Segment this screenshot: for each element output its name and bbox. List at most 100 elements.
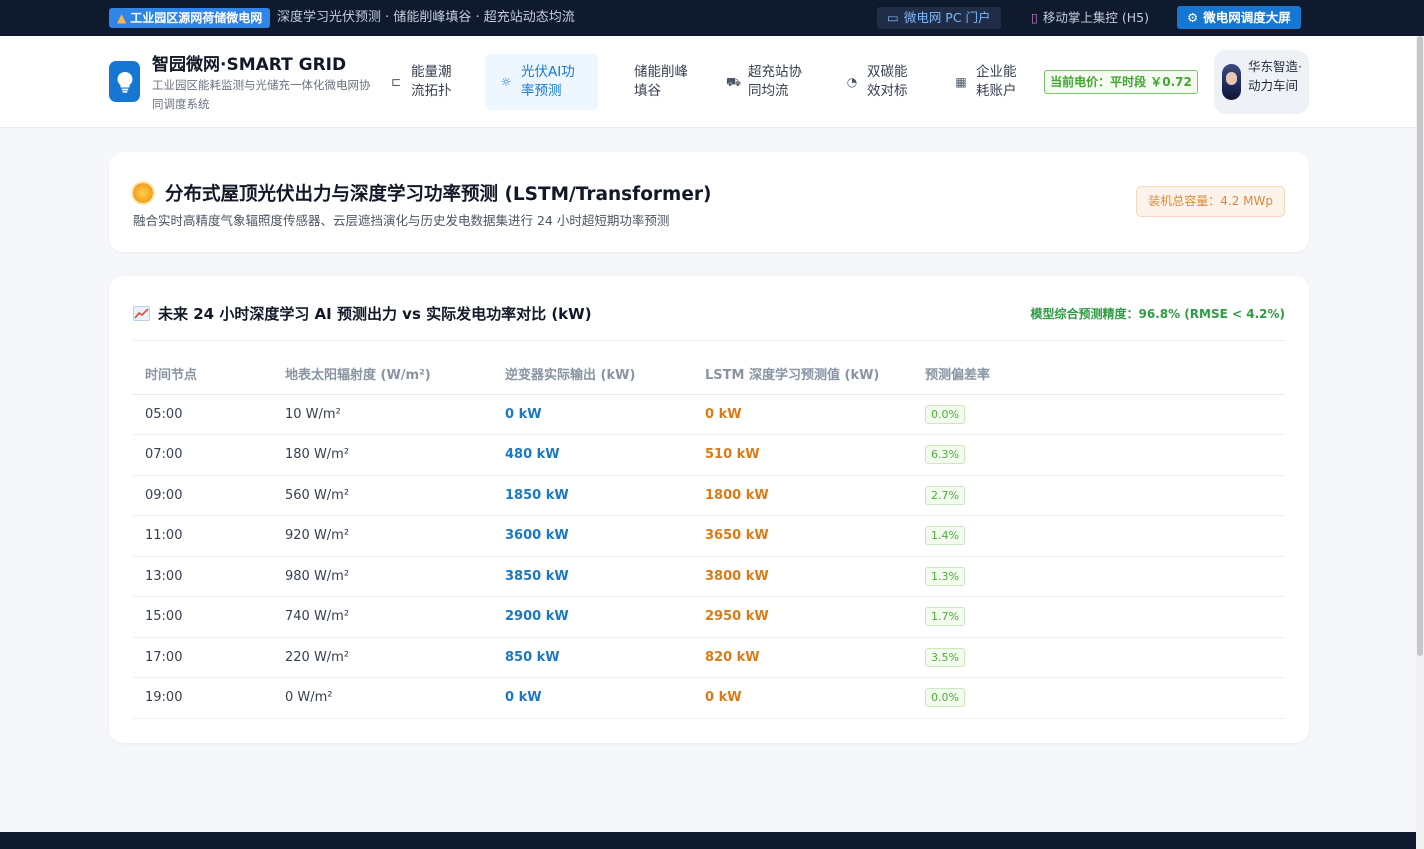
- cell-time: 15:00: [133, 596, 273, 638]
- pc-portal-link[interactable]: ▭ 微电网 PC 门户: [877, 7, 1001, 29]
- truck-icon: ⛟: [726, 74, 742, 89]
- table-header-row: 时间节点 地表太阳辐射度 (W/m²) 逆变器实际输出 (kW) LSTM 深度…: [133, 354, 1285, 395]
- cell-irradiance: 740 W/m²: [273, 596, 493, 638]
- cell-predicted-output: 3650 kW: [693, 515, 913, 557]
- scrollbar-thumb[interactable]: [1417, 36, 1423, 656]
- table-row: 05:00 10 W/m² 0 kW 0 kW 0.0%: [133, 394, 1285, 435]
- gear-icon: ⚙: [1187, 10, 1199, 25]
- dispatch-screen-button[interactable]: ⚙ 微电网调度大屏: [1177, 6, 1301, 29]
- deviation-badge: 1.4%: [925, 526, 965, 546]
- cell-predicted-output: 0 kW: [693, 677, 913, 719]
- phone-icon: ▯: [1031, 10, 1038, 25]
- deviation-badge: 1.7%: [925, 607, 965, 627]
- pv-overview-card: 分布式屋顶光伏出力与深度学习功率预测 (LSTM/Transformer) 融合…: [109, 152, 1309, 252]
- cell-predicted-output: 510 kW: [693, 434, 913, 476]
- main-header: 智园微网·SMART GRID 工业园区能耗监测与光储充一体化微电网协同调度系统…: [0, 36, 1416, 128]
- avatar: [1222, 64, 1241, 100]
- deviation-badge: 6.3%: [925, 445, 965, 465]
- nav-energy-topology[interactable]: ⊏ 能量潮流拓扑: [389, 54, 469, 110]
- cell-deviation: 6.3%: [913, 434, 1285, 476]
- cell-time: 19:00: [133, 677, 273, 719]
- cell-actual-output: 1850 kW: [493, 475, 693, 516]
- pie-icon: ◔: [846, 74, 858, 89]
- cell-irradiance: 220 W/m²: [273, 637, 493, 678]
- nav-pv-ai-forecast[interactable]: ☼ 光伏AI功率预测: [485, 54, 598, 110]
- table-row: 15:00 740 W/m² 2900 kW 2950 kW 1.7%: [133, 596, 1285, 638]
- sun-icon: [133, 183, 153, 203]
- cell-predicted-output: 3800 kW: [693, 556, 913, 597]
- cell-irradiance: 180 W/m²: [273, 434, 493, 476]
- table-row: 17:00 220 W/m² 850 kW 820 kW 3.5%: [133, 637, 1285, 678]
- table-row: 11:00 920 W/m² 3600 kW 3650 kW 1.4%: [133, 515, 1285, 557]
- cell-irradiance: 0 W/m²: [273, 677, 493, 719]
- cell-actual-output: 480 kW: [493, 434, 693, 476]
- top-bar: ▲ 工业园区源网荷储微电网 深度学习光伏预测 · 储能削峰填谷 · 超充站动态均流…: [0, 0, 1424, 36]
- forecast-title: 未来 24 小时深度学习 AI 预测出力 vs 实际发电功率对比 (kW): [133, 303, 592, 324]
- cell-irradiance: 10 W/m²: [273, 394, 493, 435]
- page-title: 分布式屋顶光伏出力与深度学习功率预测 (LSTM/Transformer): [133, 180, 711, 206]
- nav-charging-station[interactable]: ⛟ 超充站协同均流: [726, 54, 812, 110]
- electricity-price-badge: 当前电价：平时段 ￥0.72: [1044, 70, 1198, 94]
- col-irradiance: 地表太阳辐射度 (W/m²): [273, 354, 493, 395]
- mobile-h5-link[interactable]: ▯ 移动掌上集控 (H5): [1031, 7, 1149, 29]
- table-row: 13:00 980 W/m² 3850 kW 3800 kW 1.3%: [133, 556, 1285, 597]
- forecast-card: 未来 24 小时深度学习 AI 预测出力 vs 实际发电功率对比 (kW) 模型…: [109, 276, 1309, 743]
- user-name: 华东智造·动力车间: [1248, 59, 1302, 93]
- cell-time: 09:00: [133, 475, 273, 516]
- cell-actual-output: 3850 kW: [493, 556, 693, 597]
- cell-predicted-output: 2950 kW: [693, 596, 913, 638]
- capacity-badge: 装机总容量：4.2 MWp: [1136, 186, 1285, 217]
- cell-irradiance: 560 W/m²: [273, 475, 493, 516]
- deviation-badge: 2.7%: [925, 485, 965, 505]
- deviation-badge: 3.5%: [925, 647, 965, 667]
- cell-deviation: 1.3%: [913, 556, 1285, 597]
- cell-deviation: 3.5%: [913, 637, 1285, 678]
- page-subtitle: 融合实时高精度气象辐照度传感器、云层遮挡演化与历史发电数据集进行 24 小时超短…: [133, 213, 670, 228]
- brand-title: 智园微网·SMART GRID: [152, 55, 347, 75]
- cell-deviation: 0.0%: [913, 677, 1285, 719]
- cell-predicted-output: 0 kW: [693, 394, 913, 435]
- scrollbar[interactable]: [1416, 36, 1424, 849]
- deviation-badge: 0.0%: [925, 404, 965, 424]
- col-deviation: 预测偏差率: [913, 354, 1285, 395]
- nav-carbon-efficiency[interactable]: ◔ 双碳能效对标: [845, 54, 925, 110]
- col-actual: 逆变器实际输出 (kW): [493, 354, 693, 395]
- flame-icon: ▲: [117, 11, 127, 25]
- cell-deviation: 1.4%: [913, 515, 1285, 557]
- cell-predicted-output: 1800 kW: [693, 475, 913, 516]
- nav-storage-peak-shaving[interactable]: 储能削峰填谷: [634, 54, 704, 110]
- cell-actual-output: 2900 kW: [493, 596, 693, 638]
- cell-actual-output: 0 kW: [493, 677, 693, 719]
- cell-irradiance: 920 W/m²: [273, 515, 493, 557]
- cell-time: 13:00: [133, 556, 273, 597]
- cell-actual-output: 3600 kW: [493, 515, 693, 557]
- cell-deviation: 1.7%: [913, 596, 1285, 638]
- cell-time: 07:00: [133, 434, 273, 476]
- deviation-badge: 0.0%: [925, 688, 965, 708]
- divider: [133, 340, 1285, 341]
- laptop-icon: ▭: [887, 10, 899, 25]
- user-profile[interactable]: 华东智造·动力车间: [1214, 50, 1309, 114]
- col-predicted: LSTM 深度学习预测值 (kW): [693, 354, 913, 395]
- table-row: 19:00 0 W/m² 0 kW 0 kW 0.0%: [133, 677, 1285, 719]
- topology-icon: ⊏: [390, 74, 402, 89]
- cell-time: 11:00: [133, 515, 273, 557]
- model-accuracy: 模型综合预测精度：96.8% (RMSE < 4.2%): [1030, 307, 1286, 321]
- building-icon: ▦: [955, 74, 967, 89]
- nav-enterprise-account[interactable]: ▦ 企业能耗账户: [954, 54, 1034, 110]
- top-tagline: 深度学习光伏预测 · 储能削峰填谷 · 超充站动态均流: [277, 10, 575, 25]
- cell-time: 05:00: [133, 394, 273, 435]
- cell-actual-output: 0 kW: [493, 394, 693, 435]
- table-row: 07:00 180 W/m² 480 kW 510 kW 6.3%: [133, 434, 1285, 476]
- cell-predicted-output: 820 kW: [693, 637, 913, 678]
- lightbulb-icon: [117, 71, 132, 93]
- line-chart-icon: [133, 306, 150, 321]
- cell-irradiance: 980 W/m²: [273, 556, 493, 597]
- logo: [109, 61, 140, 102]
- table-row: 09:00 560 W/m² 1850 kW 1800 kW 2.7%: [133, 475, 1285, 516]
- cell-actual-output: 850 kW: [493, 637, 693, 678]
- cell-deviation: 2.7%: [913, 475, 1285, 516]
- col-time: 时间节点: [133, 354, 273, 395]
- deviation-badge: 1.3%: [925, 566, 965, 586]
- brand-subtitle: 工业园区能耗监测与光储充一体化微电网协同调度系统: [152, 78, 371, 111]
